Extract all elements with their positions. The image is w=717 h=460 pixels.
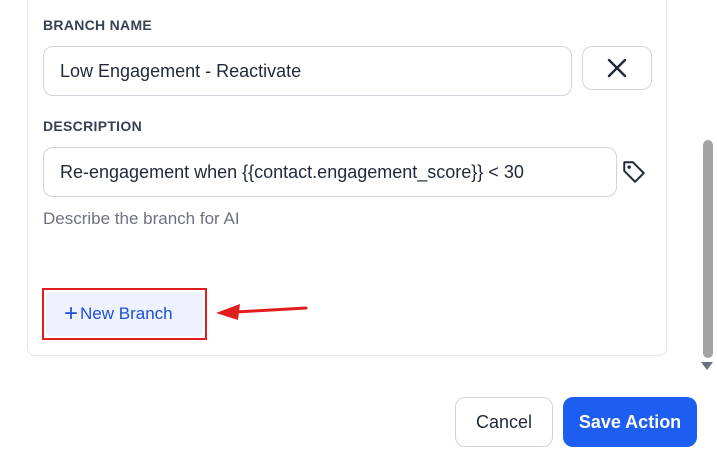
description-input[interactable]: Re-engagement when {{contact.engagement_… <box>43 147 617 197</box>
action-editor: BRANCH NAME Low Engagement - Reactivate … <box>0 0 717 460</box>
highlight-box <box>42 288 207 340</box>
scroll-down-arrow-icon[interactable] <box>701 362 713 370</box>
cancel-button[interactable]: Cancel <box>455 397 553 447</box>
tag-icon[interactable] <box>621 159 647 185</box>
branch-name-input[interactable]: Low Engagement - Reactivate <box>43 46 572 96</box>
save-action-button[interactable]: Save Action <box>563 397 697 447</box>
branch-name-label: BRANCH NAME <box>43 17 153 33</box>
arrow-left-icon <box>216 304 308 320</box>
description-label: DESCRIPTION <box>43 118 142 134</box>
description-helper-text: Describe the branch for AI <box>43 209 240 228</box>
scrollbar-thumb[interactable] <box>703 140 713 358</box>
remove-branch-button[interactable] <box>582 46 652 90</box>
close-icon <box>607 58 627 78</box>
